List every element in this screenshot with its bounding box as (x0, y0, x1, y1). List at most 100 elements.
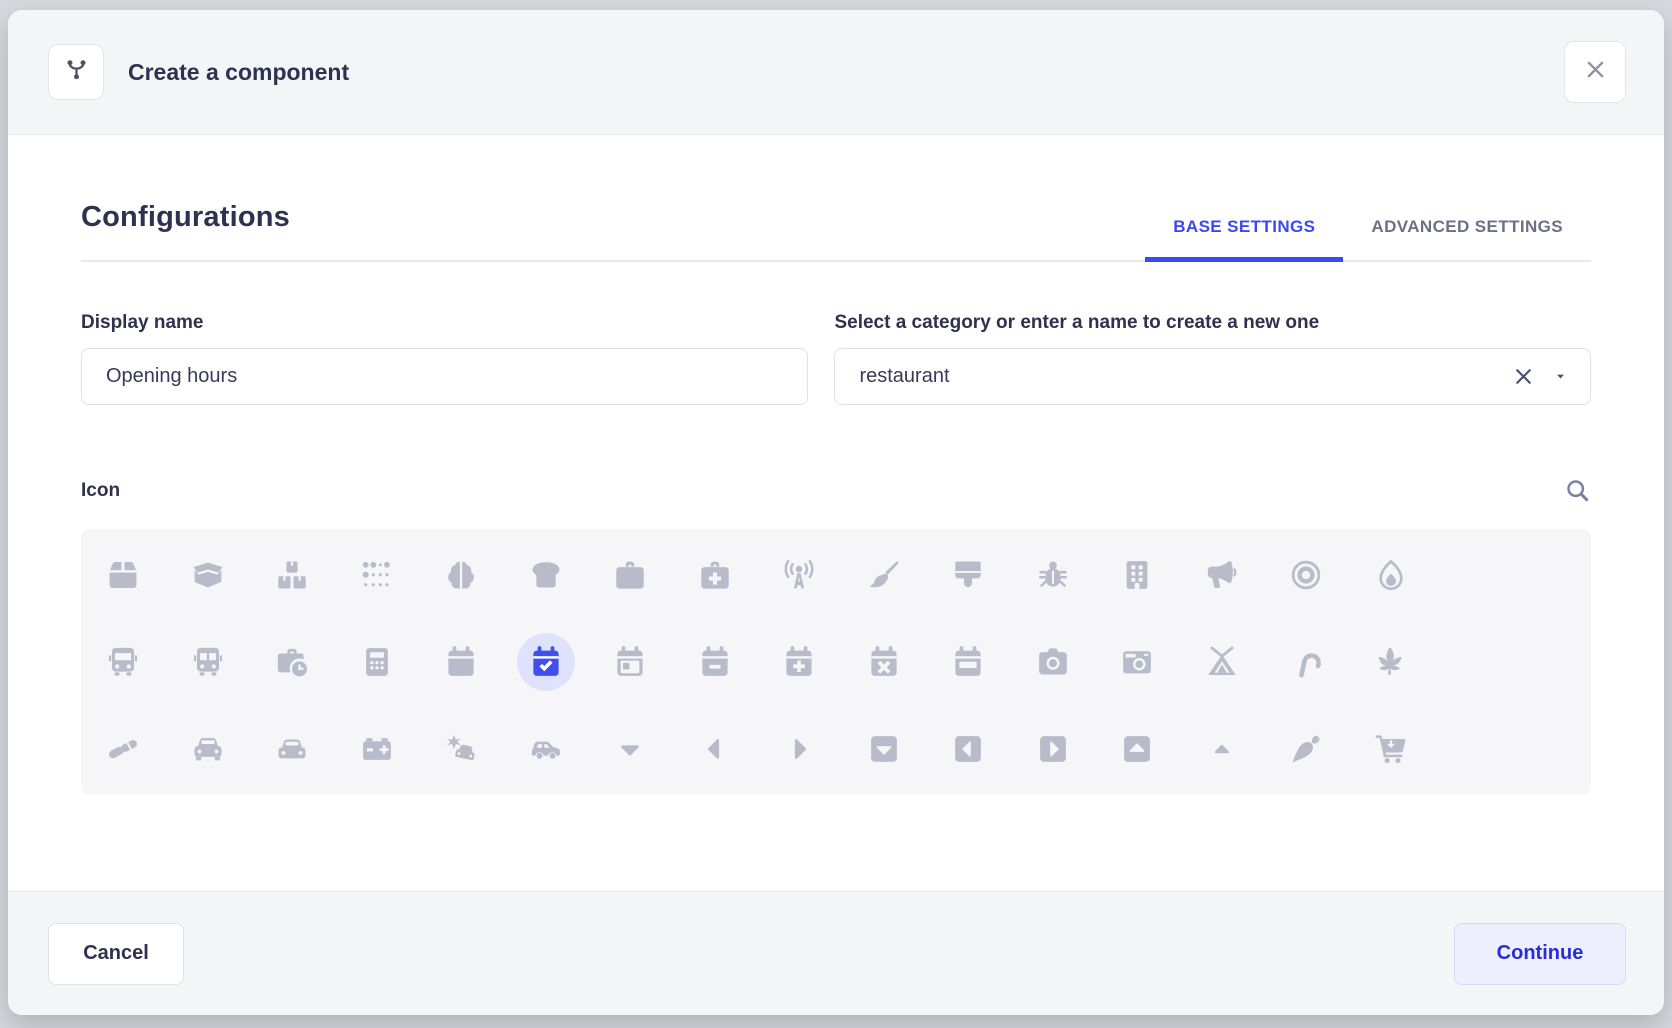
calendar-check-icon (529, 645, 563, 679)
category-value: restaurant (859, 365, 1511, 388)
icon-cell-box-open[interactable] (179, 546, 237, 604)
carrot-icon (1289, 732, 1323, 766)
category-label: Select a category or enter a name to cre… (834, 312, 1591, 334)
modal-title: Create a component (128, 59, 349, 86)
close-button[interactable] (1564, 41, 1626, 103)
icon-picker-header: Icon (81, 477, 1591, 504)
icon-cell-car[interactable] (179, 720, 237, 778)
icon-cell-cannabis[interactable] (1362, 633, 1420, 691)
icon-cell-bug[interactable] (1024, 546, 1082, 604)
icon-cell-calendar-day[interactable] (601, 633, 659, 691)
car-icon (191, 732, 225, 766)
modal-body: Configurations BASE SETTINGS ADVANCED SE… (8, 135, 1664, 891)
icon-cell-briefcase[interactable] (601, 546, 659, 604)
icon-cell-caret-down[interactable] (601, 720, 659, 778)
burn-icon (1374, 558, 1408, 592)
car-alt-icon (275, 732, 309, 766)
caret-down-icon (613, 732, 647, 766)
icon-grid (81, 529, 1591, 794)
icon-cell-box[interactable] (94, 546, 152, 604)
icon-cell-campground[interactable] (1193, 633, 1251, 691)
search-icon[interactable] (1564, 477, 1591, 504)
icon-cell-business-time[interactable] (263, 633, 321, 691)
bug-icon (1036, 558, 1070, 592)
boxes-icon (275, 558, 309, 592)
icon-cell-calendar[interactable] (432, 633, 490, 691)
icon-cell-brush[interactable] (939, 546, 997, 604)
icon-cell-caret-right[interactable] (770, 720, 828, 778)
icon-cell-caret-square-down[interactable] (855, 720, 913, 778)
caret-down-icon[interactable] (1553, 369, 1568, 384)
icon-cell-caret-square-up[interactable] (1108, 720, 1166, 778)
icon-cell-carrot[interactable] (1277, 720, 1335, 778)
icon-cell-camera-retro[interactable] (1108, 633, 1166, 691)
icon-cell-caret-left[interactable] (686, 720, 744, 778)
brush-icon (951, 558, 985, 592)
display-name-input[interactable] (81, 348, 808, 405)
icon-cell-briefcase-medical[interactable] (686, 546, 744, 604)
icon-cell-caret-square-right[interactable] (1024, 720, 1082, 778)
calendar-week-icon (951, 645, 985, 679)
cart-arrow-down-icon (1374, 732, 1408, 766)
broadcast-tower-icon (782, 558, 816, 592)
caret-square-down-icon (867, 732, 901, 766)
icon-cell-cart-arrow-down[interactable] (1362, 720, 1420, 778)
campground-icon (1205, 645, 1239, 679)
icon-cell-burn[interactable] (1362, 546, 1420, 604)
calendar-day-icon (613, 645, 647, 679)
bullseye-icon (1289, 558, 1323, 592)
tab-base-settings[interactable]: BASE SETTINGS (1145, 217, 1343, 262)
icon-cell-bus-alt[interactable] (179, 633, 237, 691)
caret-up-icon (1205, 732, 1239, 766)
tab-advanced-settings[interactable]: ADVANCED SETTINGS (1343, 217, 1591, 262)
continue-button[interactable]: Continue (1454, 923, 1626, 985)
icon-cell-broom[interactable] (855, 546, 913, 604)
icon-cell-brain[interactable] (432, 546, 490, 604)
icon-cell-car-side[interactable] (517, 720, 575, 778)
caret-square-up-icon (1120, 732, 1154, 766)
icon-cell-calendar-week[interactable] (939, 633, 997, 691)
bus-alt-icon (191, 645, 225, 679)
display-name-field: Display name (81, 312, 808, 405)
display-name-label: Display name (81, 312, 808, 334)
icon-cell-calendar-times[interactable] (855, 633, 913, 691)
icon-cell-braille[interactable] (348, 546, 406, 604)
icon-cell-bus[interactable] (94, 633, 152, 691)
caret-square-right-icon (1036, 732, 1070, 766)
category-field: Select a category or enter a name to cre… (834, 312, 1591, 405)
icon-cell-bread-slice[interactable] (517, 546, 575, 604)
category-combobox[interactable]: restaurant (834, 348, 1591, 405)
split-branch-icon (63, 56, 90, 88)
clear-icon[interactable] (1511, 364, 1536, 389)
icon-cell-calendar-plus[interactable] (770, 633, 828, 691)
icon-cell-car-battery[interactable] (348, 720, 406, 778)
box-icon (106, 558, 140, 592)
bullhorn-icon (1205, 558, 1239, 592)
settings-tabs: BASE SETTINGS ADVANCED SETTINGS (1145, 217, 1591, 260)
caret-left-icon (698, 732, 732, 766)
icon-cell-boxes[interactable] (263, 546, 321, 604)
icon-cell-car-alt[interactable] (263, 720, 321, 778)
icon-cell-caret-square-left[interactable] (939, 720, 997, 778)
icon-cell-bullseye[interactable] (1277, 546, 1335, 604)
cancel-button[interactable]: Cancel (48, 923, 184, 985)
icon-cell-calendar-minus[interactable] (686, 633, 744, 691)
icon-cell-calendar-check[interactable] (517, 633, 575, 691)
icon-cell-building[interactable] (1108, 546, 1166, 604)
icon-cell-bullhorn[interactable] (1193, 546, 1251, 604)
form-row: Display name Select a category or enter … (81, 312, 1591, 405)
icon-cell-caret-up[interactable] (1193, 720, 1251, 778)
briefcase-icon (613, 558, 647, 592)
icon-cell-car-crash[interactable] (432, 720, 490, 778)
icon-cell-candy-cane[interactable] (1277, 633, 1335, 691)
icon-cell-camera[interactable] (1024, 633, 1082, 691)
briefcase-medical-icon (698, 558, 732, 592)
broom-icon (867, 558, 901, 592)
icon-cell-capsules[interactable] (94, 720, 152, 778)
icon-cell-calculator[interactable] (348, 633, 406, 691)
component-icon-tile (48, 44, 104, 100)
bread-slice-icon (529, 558, 563, 592)
icon-label: Icon (81, 480, 120, 502)
braille-icon (360, 558, 394, 592)
icon-cell-broadcast-tower[interactable] (770, 546, 828, 604)
